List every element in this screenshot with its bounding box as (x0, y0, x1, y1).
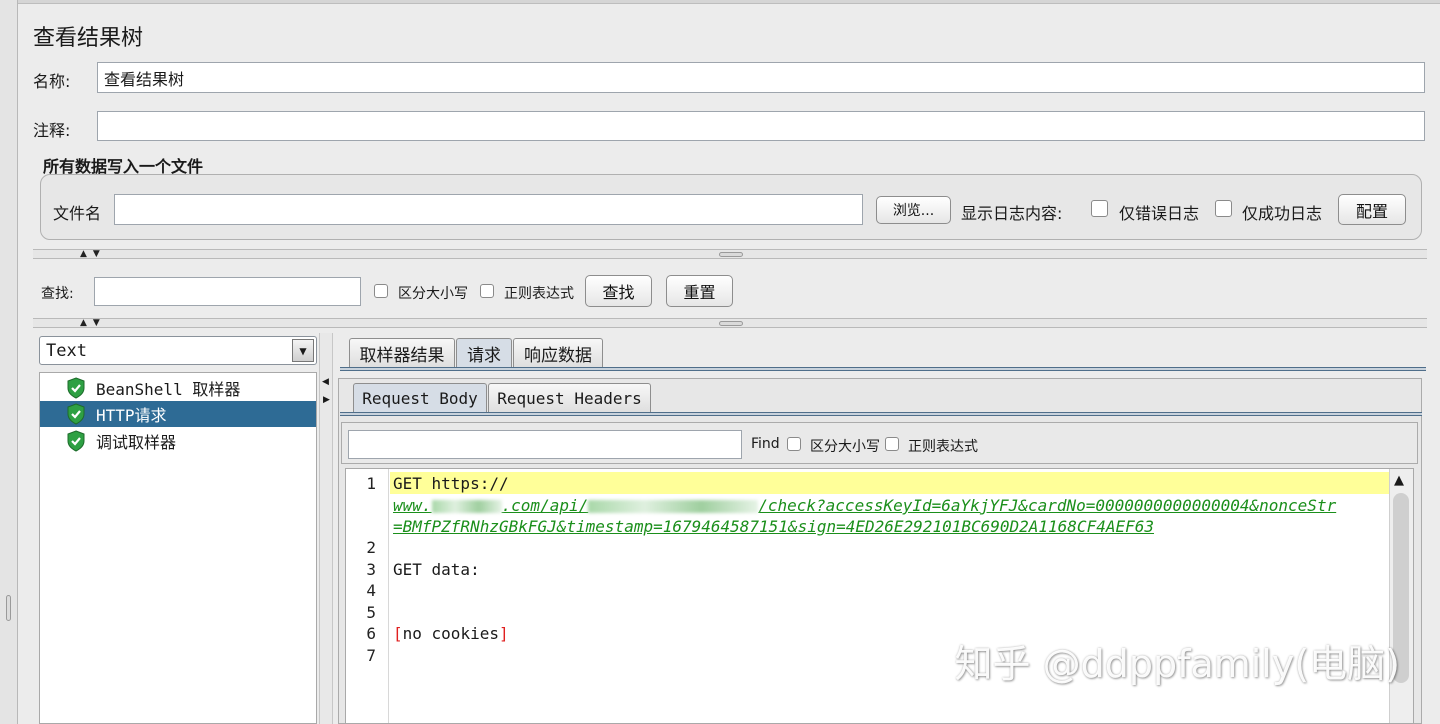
name-input[interactable]: 查看结果树 (97, 62, 1425, 93)
comment-label: 注释: (33, 121, 71, 140)
watermark: 知乎 @ddppfamily(电脑) (954, 642, 1401, 686)
success-only-label: 仅成功日志 (1242, 204, 1323, 223)
tab-request-body[interactable]: Request Body (353, 383, 487, 413)
renderer-select[interactable]: Text ▼ (39, 336, 317, 365)
bracket-open: [ (393, 624, 403, 643)
search-regex-checkbox[interactable] (480, 284, 494, 298)
line-number: 2 (366, 538, 376, 557)
tree-item-label: 调试取样器 (96, 433, 177, 452)
code-line-6: [no cookies] (393, 624, 509, 643)
find-case-label: 区分大小写 (810, 439, 880, 455)
divider-grip[interactable] (719, 252, 743, 257)
tree-item-debug-sampler[interactable]: 调试取样器 (40, 428, 316, 454)
url-part: .com/api/ (501, 496, 589, 515)
find-label: Find (751, 436, 780, 452)
code-line-3: GET data: (393, 560, 480, 579)
divider-collapse-arrows[interactable]: ▲▼ (80, 249, 106, 259)
line-number: 3 (366, 560, 376, 579)
errors-only-checkbox[interactable] (1091, 200, 1108, 217)
browse-button[interactable]: 浏览... (876, 196, 951, 224)
triangle-down-icon[interactable]: ▼ (292, 339, 314, 362)
find-case-checkbox[interactable] (787, 437, 801, 451)
tab-request-headers[interactable]: Request Headers (488, 383, 651, 413)
search-case-checkbox[interactable] (374, 284, 388, 298)
shield-check-icon (67, 430, 85, 452)
code-line-url-1[interactable]: www. .com/api/ /check?accessKeyId=6aYkjYFJ… (393, 496, 1336, 515)
success-only-checkbox[interactable] (1215, 200, 1232, 217)
search-input[interactable] (94, 277, 361, 306)
filename-input[interactable] (114, 194, 863, 225)
splitter-grip[interactable] (6, 595, 11, 621)
shield-check-icon (67, 377, 85, 399)
line-number: 1 (366, 474, 376, 493)
line-number: 4 (366, 581, 376, 600)
top-border (18, 0, 1440, 4)
find-regex-label: 正则表达式 (908, 439, 978, 455)
shield-check-icon (67, 403, 85, 425)
left-splitter[interactable] (0, 0, 18, 724)
find-regex-checkbox[interactable] (885, 437, 899, 451)
find-input[interactable] (348, 430, 742, 459)
collapse-right-icon[interactable]: ▶ (323, 395, 330, 405)
current-line-highlight (390, 472, 1390, 494)
tab-request[interactable]: 请求 (456, 338, 512, 368)
redacted-host (431, 500, 502, 513)
log-display-label: 显示日志内容: (961, 204, 1063, 223)
code-line-url-2[interactable]: =BMfPZfRNhzGBkFGJ&timestamp=167946458715… (393, 517, 1154, 536)
bracket-close: ] (498, 624, 509, 643)
reset-button[interactable]: 重置 (666, 275, 733, 307)
name-label: 名称: (33, 72, 71, 91)
url-part: www. (393, 496, 432, 515)
errors-only-label: 仅错误日志 (1119, 204, 1200, 223)
renderer-selected-value: Text (46, 340, 87, 361)
result-tabs-underline (340, 367, 1426, 371)
result-tree[interactable]: BeanShell 取样器 HTTP请求 调试取样器 (39, 372, 317, 724)
configure-button[interactable]: 配置 (1338, 194, 1406, 225)
code-line-1: GET https:// (393, 474, 509, 493)
request-tabs-underline (340, 412, 1422, 416)
tab-sampler-result[interactable]: 取样器结果 (349, 338, 455, 368)
vertical-splitter[interactable]: ◀ ▶ (319, 333, 333, 724)
divider-collapse-arrows-2[interactable]: ▲▼ (80, 318, 106, 328)
url-part: /check?accessKeyId=6aYkjYFJ&cardNo=00000… (758, 496, 1337, 515)
line-number: 5 (366, 603, 376, 622)
search-case-label: 区分大小写 (398, 286, 468, 302)
tab-response-data[interactable]: 响应数据 (513, 338, 603, 368)
filename-label: 文件名 (53, 204, 102, 223)
tree-item-label: BeanShell 取样器 (96, 380, 241, 399)
divider-grip-2[interactable] (719, 321, 743, 326)
comment-input[interactable] (97, 111, 1425, 141)
tree-item-beanshell[interactable]: BeanShell 取样器 (40, 375, 316, 401)
search-label: 查找: (41, 286, 74, 302)
find-button[interactable]: 查找 (585, 275, 652, 307)
tree-item-http-request[interactable]: HTTP请求 (40, 401, 316, 427)
collapse-left-icon[interactable]: ◀ (322, 377, 329, 387)
tree-item-label: HTTP请求 (96, 406, 167, 425)
line-number: 7 (366, 646, 376, 665)
scroll-up-icon[interactable]: ▲ (1394, 473, 1404, 488)
panel-title: 查看结果树 (33, 26, 144, 51)
search-regex-label: 正则表达式 (504, 286, 574, 302)
redacted-path (588, 500, 759, 513)
no-cookies-text: no cookies (402, 624, 499, 643)
line-number: 6 (366, 624, 376, 643)
